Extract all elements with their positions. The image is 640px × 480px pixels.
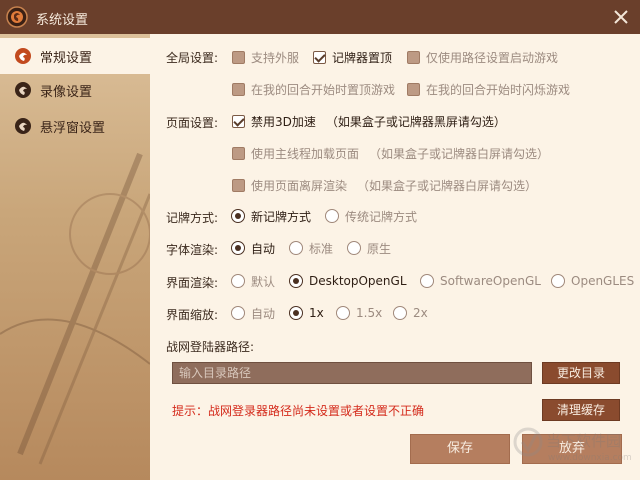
watermark-url: www.downxia.com <box>548 453 632 463</box>
ui-scale-label: 界面缩放: <box>166 308 219 322</box>
radio[interactable] <box>289 306 303 320</box>
radio[interactable] <box>420 274 434 288</box>
radio-render-default[interactable]: 默认 <box>231 272 275 290</box>
sidebar-item-label: 常规设置 <box>40 50 93 66</box>
window-title: 系统设置 <box>36 13 89 28</box>
save-button[interactable]: 保存 <box>410 434 510 464</box>
sidebar: 常规设置 录像设置 悬浮窗设置 <box>0 34 150 480</box>
swirl-icon <box>15 82 31 98</box>
radio-font-native[interactable]: 原生 <box>347 239 391 257</box>
radio-scale-2x[interactable]: 2x <box>393 304 428 322</box>
opt-main-thread-load[interactable]: 使用主线程加载页面 （如果盒子或记牌器白屏请勾选） <box>232 144 549 162</box>
radio[interactable] <box>289 241 303 255</box>
radio-scale-1-5x[interactable]: 1.5x <box>336 304 382 322</box>
checkbox[interactable] <box>407 50 420 64</box>
ui-render-label: 界面渲染: <box>166 276 219 290</box>
sidebar-item-floating[interactable]: 悬浮窗设置 <box>0 108 150 144</box>
opt-turn-start-flash[interactable]: 在我的回合开始时闪烁游戏 <box>407 80 570 98</box>
radio[interactable] <box>325 209 339 223</box>
title-bar[interactable]: 系统设置 <box>0 0 640 34</box>
radio-font-auto[interactable]: 自动 <box>231 239 275 257</box>
sidebar-item-label: 录像设置 <box>40 84 93 100</box>
radio-scale-auto[interactable]: 自动 <box>231 304 275 322</box>
radio[interactable] <box>289 274 303 288</box>
opt-turn-start-top[interactable]: 在我的回合开始时置顶游戏 <box>232 80 395 98</box>
checkbox[interactable] <box>232 178 245 192</box>
opt-disable-3d[interactable]: 禁用3D加速 （如果盒子或记牌器黑屏请勾选） <box>232 112 506 130</box>
radio-new-tracker[interactable]: 新记牌方式 <box>231 207 311 225</box>
option-note: （如果盒子或记牌器白屏请勾选） <box>357 178 538 193</box>
radio-scale-1x[interactable]: 1x <box>289 304 324 322</box>
sidebar-item-recording[interactable]: 录像设置 <box>0 72 150 108</box>
opt-tracker-on-top[interactable]: 记牌器置顶 <box>313 48 392 66</box>
swirl-icon <box>15 118 31 134</box>
option-note: （如果盒子或记牌器白屏请勾选） <box>369 146 550 161</box>
watermark-logo: 当下软件园 www.downxia.com <box>513 427 632 463</box>
close-icon <box>614 10 628 24</box>
settings-window: 系统设置 常规设置 录像设置 悬浮窗设置 全局设置: 支持外服 记牌器置顶 仅使… <box>0 0 640 480</box>
launcher-path-input[interactable] <box>172 362 532 384</box>
radio[interactable] <box>347 241 361 255</box>
change-directory-button[interactable]: 更改目录 <box>542 362 620 384</box>
checkbox[interactable] <box>232 82 245 96</box>
option-note: （如果盒子或记牌器黑屏请勾选） <box>325 114 506 129</box>
checkbox[interactable] <box>313 50 326 64</box>
radio[interactable] <box>336 306 350 320</box>
opt-offscreen-render[interactable]: 使用页面离屏渲染 （如果盒子或记牌器白屏请勾选） <box>232 176 537 194</box>
page-settings-label: 页面设置: <box>166 116 219 130</box>
radio-classic-tracker[interactable]: 传统记牌方式 <box>325 207 417 225</box>
launcher-path-label: 战网登陆器路径: <box>166 340 255 354</box>
checkbox[interactable] <box>407 82 420 96</box>
watermark-text: 当下软件园 <box>546 432 621 450</box>
radio[interactable] <box>551 274 565 288</box>
opt-path-launch-only[interactable]: 仅使用路径设置启动游戏 <box>407 48 558 66</box>
shield-logo-icon <box>6 6 28 28</box>
checkbox[interactable] <box>232 50 245 64</box>
radio[interactable] <box>231 274 245 288</box>
font-render-label: 字体渲染: <box>166 243 219 257</box>
clear-cache-button[interactable]: 清理缓存 <box>542 399 620 421</box>
settings-content: 全局设置: 支持外服 记牌器置顶 仅使用路径设置启动游戏 在我的回合开始时置顶游… <box>150 34 640 480</box>
swirl-icon <box>15 48 31 64</box>
sidebar-item-general[interactable]: 常规设置 <box>0 38 150 74</box>
sidebar-item-label: 悬浮窗设置 <box>40 120 106 136</box>
radio[interactable] <box>231 306 245 320</box>
radio[interactable] <box>231 241 245 255</box>
radio-render-gles[interactable]: OpenGLES <box>551 272 634 290</box>
tracker-mode-label: 记牌方式: <box>166 211 219 225</box>
close-button[interactable] <box>610 6 632 28</box>
global-settings-label: 全局设置: <box>166 51 219 65</box>
radio-font-standard[interactable]: 标准 <box>289 239 333 257</box>
radio-render-desktop-gl[interactable]: DesktopOpenGL <box>289 272 407 290</box>
checkbox[interactable] <box>232 114 245 128</box>
radio[interactable] <box>231 209 245 223</box>
radio[interactable] <box>393 306 407 320</box>
launcher-hint: 提示：战网登录器路径尚未设置或者设置不正确 <box>172 404 425 418</box>
opt-foreign-server[interactable]: 支持外服 <box>232 48 299 66</box>
checkbox[interactable] <box>232 146 245 160</box>
radio-render-software-gl[interactable]: SoftwareOpenGL <box>420 272 541 290</box>
